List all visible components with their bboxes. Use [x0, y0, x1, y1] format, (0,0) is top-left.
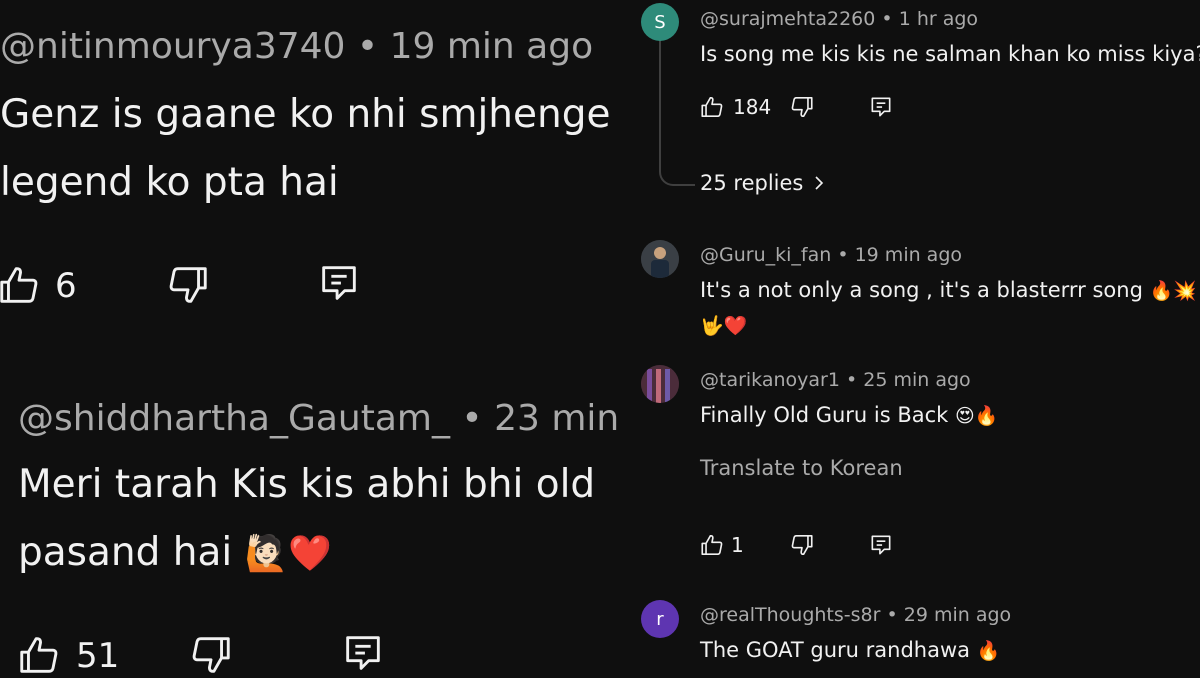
like-count: 51 [76, 636, 120, 676]
comment-text: Finally Old Guru is Back [700, 403, 949, 427]
avatar[interactable] [641, 240, 679, 278]
avatar-letter: S [654, 11, 666, 33]
comment-time[interactable]: 23 min [494, 398, 619, 439]
thumbs-down-icon[interactable] [789, 94, 815, 120]
like-count: 1 [731, 533, 744, 557]
reply-icon[interactable] [868, 94, 894, 120]
replies-button[interactable]: 25 replies [700, 171, 826, 195]
thumbs-up-icon[interactable] [16, 632, 62, 678]
reply-icon[interactable] [316, 260, 362, 306]
thread-line [659, 40, 695, 186]
thumbs-up-icon[interactable] [0, 262, 42, 308]
avatar-letter: r [656, 608, 664, 630]
comment-text: It's a not only a song , it's a blasterr… [700, 278, 1143, 302]
comment-text-line-1: It's a not only a song , it's a blasterr… [700, 278, 1197, 302]
avatar[interactable] [641, 365, 679, 403]
comment-text-line: The GOAT guru randhawa 🔥 [700, 638, 1000, 662]
separator-dot: • [881, 8, 893, 30]
comment-time[interactable]: 29 min ago [904, 604, 1011, 626]
comment-text: Is song me kis kis ne salman khan ko mis… [700, 42, 1200, 66]
comment-author[interactable]: @nitinmourya3740 [0, 26, 345, 67]
like-count: 184 [733, 95, 772, 119]
emoji: 🔥 [976, 640, 1001, 662]
comment-header: @tarikanoyar1 • 25 min ago [700, 369, 971, 391]
comment-author[interactable]: @shiddhartha_Gautam_ [18, 398, 450, 439]
separator-dot: • [356, 26, 379, 67]
thumbs-up-icon[interactable] [699, 532, 725, 558]
comment-time[interactable]: 1 hr ago [899, 8, 978, 30]
chevron-right-icon [815, 176, 824, 190]
emoji: 🔥💥 [1149, 280, 1197, 302]
comment-author[interactable]: @surajmehta2260 [700, 8, 875, 30]
avatar[interactable]: S [641, 3, 679, 41]
comment-text: The GOAT guru randhawa [700, 638, 971, 662]
separator-dot: • [837, 244, 849, 266]
comment-time[interactable]: 19 min ago [390, 26, 594, 67]
thumbs-down-icon[interactable] [165, 262, 211, 308]
thumbs-down-icon[interactable] [789, 532, 815, 558]
comment-text: pasand hai [18, 530, 233, 575]
like-count: 6 [55, 266, 77, 306]
avatar-photo-icon [641, 365, 679, 403]
emoji: 😍🔥 [955, 405, 999, 427]
emoji: 🙋🏻❤️ [244, 533, 332, 574]
comment-header: @nitinmourya3740 • 19 min ago [0, 26, 593, 67]
comment-time[interactable]: 19 min ago [855, 244, 962, 266]
comment-text-line-1: Genz is gaane ko nhi smjhenge [0, 92, 611, 137]
reply-icon[interactable] [340, 630, 386, 676]
comment-author[interactable]: @Guru_ki_fan [700, 244, 831, 266]
comment-header: @shiddhartha_Gautam_ • 23 min [18, 398, 619, 439]
comment-author[interactable]: @realThoughts-s8r [700, 604, 880, 626]
replies-label: 25 replies [700, 171, 804, 195]
comment-text-line-2: legend ko pta hai [0, 160, 339, 205]
reply-icon[interactable] [868, 532, 894, 558]
translate-link[interactable]: Translate to Korean [700, 456, 903, 480]
separator-dot: • [846, 369, 858, 391]
comment-text-line-2: pasand hai 🙋🏻❤️ [18, 530, 332, 575]
comment-text-line: Finally Old Guru is Back 😍🔥 [700, 403, 998, 427]
thumbs-up-icon[interactable] [699, 94, 725, 120]
emoji: 🤟❤️ [700, 315, 748, 337]
comment-header: @Guru_ki_fan • 19 min ago [700, 244, 962, 266]
comment-author[interactable]: @tarikanoyar1 [700, 369, 840, 391]
separator-dot: • [461, 398, 483, 439]
comment-time[interactable]: 25 min ago [863, 369, 970, 391]
avatar-photo-icon [641, 240, 679, 278]
comment-text-line-2: 🤟❤️ [700, 313, 747, 337]
avatar[interactable]: r [641, 600, 679, 638]
comment-text-line-1: Meri tarah Kis kis abhi bhi old [18, 462, 596, 507]
thumbs-down-icon[interactable] [188, 632, 234, 678]
separator-dot: • [886, 604, 898, 626]
comment-header: @realThoughts-s8r • 29 min ago [700, 604, 1011, 626]
comment-header: @surajmehta2260 • 1 hr ago [700, 8, 978, 30]
